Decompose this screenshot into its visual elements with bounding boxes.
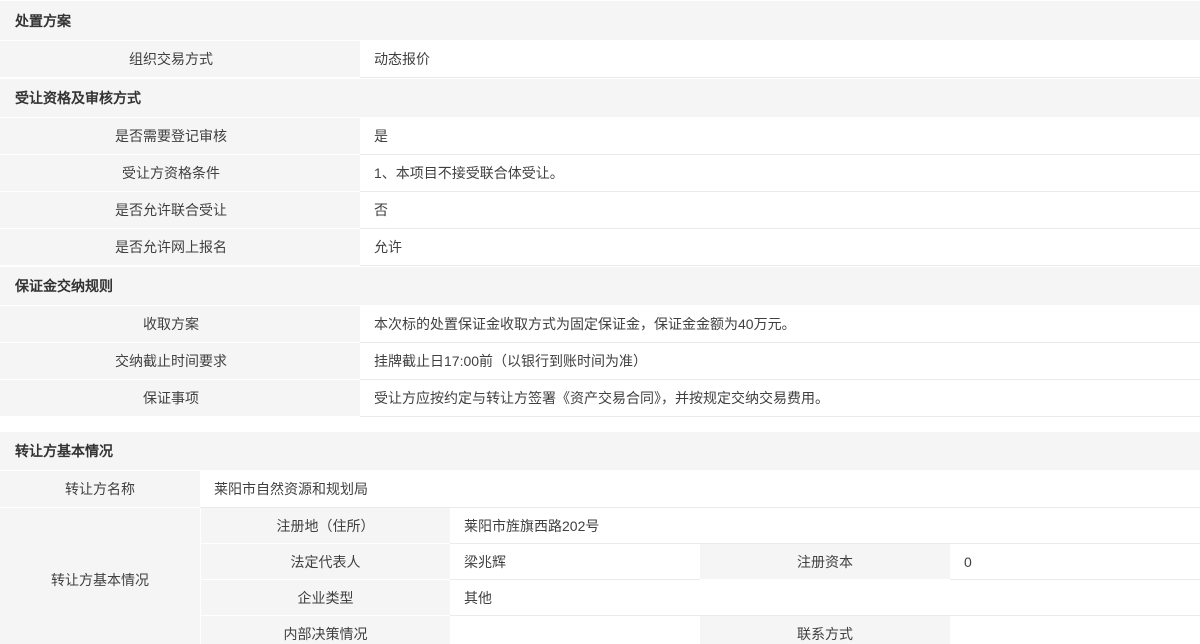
- table-row: 内部决策情况 联系方式: [200, 616, 1200, 644]
- table-row: 是否允许联合受让 否: [0, 192, 1200, 229]
- disposal-plan-table: 处置方案 组织交易方式 动态报价 受让资格及审核方式 是否需要登记审核 是 受让…: [0, 0, 1200, 417]
- field-label: 保证事项: [0, 380, 360, 417]
- section-header-transferor-info: 转让方基本情况: [0, 431, 1200, 471]
- asset-listing-detail-page: 处置方案 组织交易方式 动态报价 受让资格及审核方式 是否需要登记审核 是 受让…: [0, 0, 1200, 644]
- table-row: 组织交易方式 动态报价: [0, 41, 1200, 78]
- field-value: 是: [360, 118, 1200, 155]
- field-label: 联系方式: [700, 616, 950, 644]
- field-value: 1、本项目不接受联合体受让。: [360, 155, 1200, 192]
- nested-table: 注册地（住所） 莱阳市旌旗西路202号 法定代表人 梁兆辉 注册资本 0 企业类…: [200, 508, 1200, 644]
- section-header-deposit-rules: 保证金交纳规则: [0, 266, 1200, 306]
- table-row: 注册地（住所） 莱阳市旌旗西路202号: [200, 508, 1200, 544]
- field-value: 否: [360, 192, 1200, 229]
- section-header-disposal-plan: 处置方案: [0, 0, 1200, 41]
- table-row: 收取方案 本次标的处置保证金收取方式为固定保证金，保证金金额为40万元。: [0, 306, 1200, 343]
- field-label: 受让方资格条件: [0, 155, 360, 192]
- field-label: 注册地（住所）: [200, 508, 450, 544]
- field-label: 是否允许网上报名: [0, 229, 360, 266]
- table-row: 交纳截止时间要求 挂牌截止日17:00前（以银行到账时间为准）: [0, 343, 1200, 380]
- field-label: 交纳截止时间要求: [0, 343, 360, 380]
- field-value: 0: [950, 544, 1200, 580]
- field-label: 是否允许联合受让: [0, 192, 360, 229]
- table-divider-gap: [0, 417, 1200, 431]
- section-header-transfer-qualification: 受让资格及审核方式: [0, 78, 1200, 118]
- field-value: 莱阳市旌旗西路202号: [450, 508, 1200, 544]
- table-row: 是否允许网上报名 允许: [0, 229, 1200, 266]
- field-value: 莱阳市自然资源和规划局: [200, 471, 1200, 508]
- field-label: 组织交易方式: [0, 41, 360, 78]
- field-value: [450, 616, 700, 644]
- table-row: 转让方名称 莱阳市自然资源和规划局: [0, 471, 1200, 508]
- field-label: 企业类型: [200, 580, 450, 616]
- field-value: 挂牌截止日17:00前（以银行到账时间为准）: [360, 343, 1200, 380]
- field-label: 注册资本: [700, 544, 950, 580]
- table-row: 企业类型 其他: [200, 580, 1200, 616]
- field-value: 梁兆辉: [450, 544, 700, 580]
- field-value: 动态报价: [360, 41, 1200, 78]
- transferor-info-table: 转让方基本情况 转让方名称 莱阳市自然资源和规划局 转让方基本情况 注册地（住所…: [0, 431, 1200, 644]
- field-value: 其他: [450, 580, 1200, 616]
- field-value: [950, 616, 1200, 644]
- group-label: 转让方基本情况: [0, 508, 200, 644]
- table-row: 保证事项 受让方应按约定与转让方签署《资产交易合同》，并按规定交纳交易费用。: [0, 380, 1200, 417]
- table-row: 受让方资格条件 1、本项目不接受联合体受让。: [0, 155, 1200, 192]
- transferor-detail-group: 转让方基本情况 注册地（住所） 莱阳市旌旗西路202号 法定代表人 梁兆辉 注册…: [0, 508, 1200, 644]
- field-value: 本次标的处置保证金收取方式为固定保证金，保证金金额为40万元。: [360, 306, 1200, 343]
- table-row: 是否需要登记审核 是: [0, 118, 1200, 155]
- table-row: 法定代表人 梁兆辉 注册资本 0: [200, 544, 1200, 580]
- field-label: 是否需要登记审核: [0, 118, 360, 155]
- field-value: 允许: [360, 229, 1200, 266]
- field-value: 受让方应按约定与转让方签署《资产交易合同》，并按规定交纳交易费用。: [360, 380, 1200, 417]
- field-label: 转让方名称: [0, 471, 200, 508]
- field-label: 收取方案: [0, 306, 360, 343]
- field-label: 法定代表人: [200, 544, 450, 580]
- field-label: 内部决策情况: [200, 616, 450, 644]
